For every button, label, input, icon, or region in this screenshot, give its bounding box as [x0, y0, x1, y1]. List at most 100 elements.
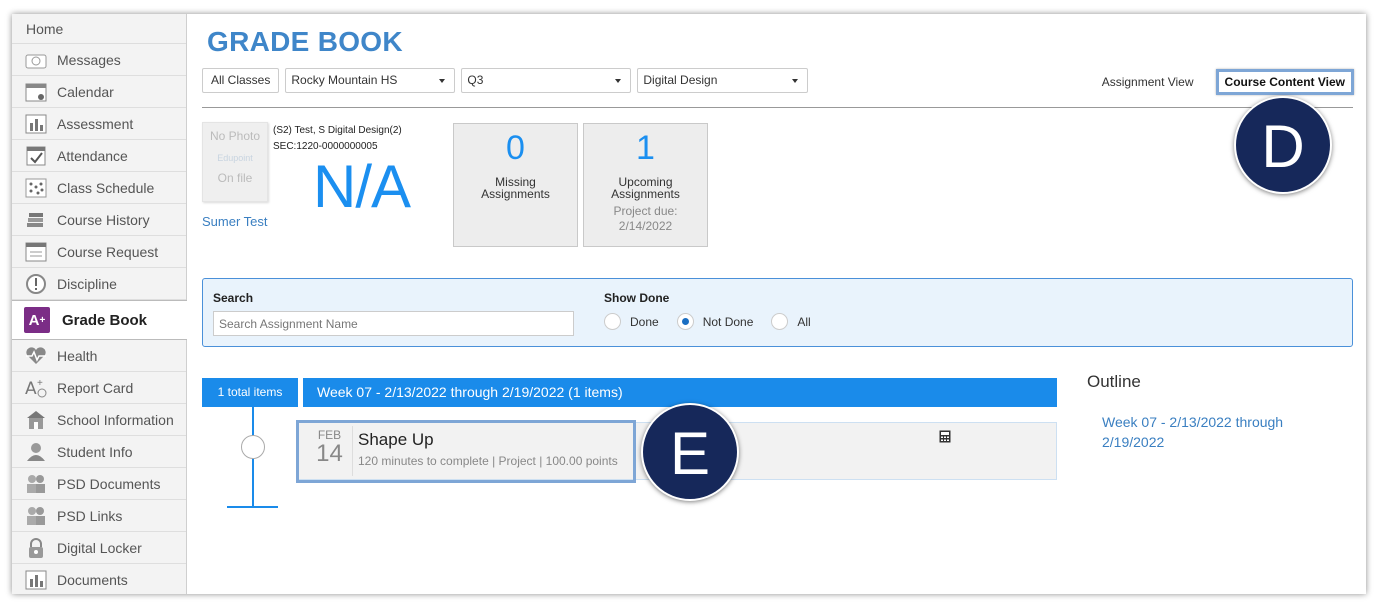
callout-badge-d: D	[1234, 96, 1332, 194]
sidebar-item-label: Student Info	[57, 443, 133, 460]
radio-label: All	[797, 314, 811, 329]
class-select[interactable]: Digital Design	[637, 68, 809, 93]
course-request-icon	[24, 241, 48, 263]
view-switcher: Assignment View Course Content View	[1094, 69, 1354, 95]
upcoming-label: Assignments	[611, 187, 680, 201]
report-card-icon: A +	[24, 377, 48, 399]
sidebar-item-psd-documents[interactable]: PSD Documents	[12, 468, 186, 500]
upcoming-due-date: 2/14/2022	[618, 219, 673, 233]
photo-text: On file	[217, 171, 253, 185]
psd-links-icon	[24, 505, 48, 527]
calculator-icon[interactable]	[939, 430, 951, 443]
section-line: SEC:1220-0000000005	[273, 141, 378, 152]
sidebar-item-label: Calendar	[57, 83, 114, 100]
chevron-down-icon	[615, 79, 622, 83]
photo-text: No Photo	[209, 129, 261, 143]
sidebar-item-label: Discipline	[57, 275, 117, 292]
sidebar-item-calendar[interactable]: Calendar	[12, 76, 186, 108]
sidebar-item-label: Grade Book	[62, 311, 148, 329]
sidebar-item-label: Documents	[57, 571, 128, 588]
health-icon	[24, 345, 48, 367]
radio-done[interactable]	[604, 313, 621, 330]
search-input[interactable]	[213, 311, 574, 336]
class-grade: N/A	[313, 153, 411, 220]
callout-badge-e: E	[641, 403, 739, 501]
show-done-options: Done Not Done All	[604, 313, 829, 330]
total-items-badge: 1 total items	[202, 378, 298, 407]
term-select-value: Q3	[467, 73, 484, 87]
assessment-icon	[24, 113, 48, 135]
sidebar: Home Messages Calendar Assessment Attend…	[12, 14, 187, 594]
sidebar-item-label: Course History	[57, 211, 150, 228]
week-header[interactable]: Week 07 - 2/13/2022 through 2/19/2022 (1…	[303, 378, 1057, 407]
student-photo: No Photo Edupoint On file	[202, 122, 268, 202]
filter-bar: All Classes Rocky Mountain HS Q3 Digital…	[202, 68, 809, 93]
sidebar-item-label: Class Schedule	[57, 179, 155, 196]
school-select[interactable]: Rocky Mountain HS	[285, 68, 456, 93]
sidebar-home-link[interactable]: Home	[12, 14, 186, 44]
sidebar-item-label: Health	[57, 347, 98, 364]
outline-heading: Outline	[1087, 372, 1141, 391]
missing-assignments-tile[interactable]: 0 Missing Assignments	[453, 123, 578, 247]
chevron-down-icon	[439, 79, 446, 83]
sidebar-item-class-schedule[interactable]: Class Schedule	[12, 172, 186, 204]
sidebar-item-messages[interactable]: Messages	[12, 44, 186, 76]
psd-documents-icon	[24, 473, 48, 495]
assignment-view-link[interactable]: Assignment View	[1094, 69, 1202, 95]
school-select-value: Rocky Mountain HS	[291, 73, 398, 87]
sidebar-item-course-history[interactable]: Course History	[12, 204, 186, 236]
sidebar-item-digital-locker[interactable]: Digital Locker	[12, 532, 186, 564]
upcoming-due: Project due:	[613, 204, 678, 218]
sidebar-item-label: Attendance	[57, 147, 128, 164]
upcoming-count: 1	[636, 129, 655, 167]
student-info-icon	[24, 441, 48, 463]
documents-icon	[24, 569, 48, 591]
sidebar-item-health[interactable]: Health	[12, 340, 186, 372]
sidebar-item-label: PSD Documents	[57, 475, 161, 492]
school-icon	[24, 409, 48, 431]
sidebar-item-grade-book[interactable]: A + Grade Book	[12, 300, 187, 340]
sidebar-item-course-request[interactable]: Course Request	[12, 236, 186, 268]
course-content-view-link[interactable]: Course Content View	[1215, 69, 1354, 95]
sidebar-item-label: Course Request	[57, 243, 159, 260]
all-classes-button[interactable]: All Classes	[202, 68, 280, 93]
search-label: Search	[213, 291, 254, 305]
sidebar-item-school-information[interactable]: School Information	[12, 404, 186, 436]
timeline-dot	[241, 435, 265, 459]
outline-week-link[interactable]: Week 07 - 2/13/2022 through 2/19/2022	[1102, 412, 1322, 452]
sidebar-item-documents[interactable]: Documents	[12, 564, 186, 594]
sidebar-item-label: School Information	[57, 411, 174, 428]
main-content: GRADE BOOK All Classes Rocky Mountain HS…	[188, 14, 1366, 594]
class-select-value: Digital Design	[643, 73, 718, 87]
sidebar-item-assessment[interactable]: Assessment	[12, 108, 186, 140]
radio-all[interactable]	[771, 313, 789, 330]
app-window: Home Messages Calendar Assessment Attend…	[12, 14, 1366, 594]
sidebar-item-attendance[interactable]: Attendance	[12, 140, 186, 172]
sidebar-item-label: Digital Locker	[57, 539, 142, 556]
chevron-down-icon	[792, 79, 799, 83]
divider	[202, 107, 1353, 108]
show-done-label: Show Done	[604, 291, 670, 305]
svg-text:+: +	[37, 378, 43, 389]
assignment-highlight	[296, 420, 636, 483]
upcoming-assignments-tile[interactable]: 1 Upcoming Assignments Project due: 2/14…	[583, 123, 708, 247]
edupoint-logo: Edupoint	[217, 153, 253, 163]
sidebar-item-report-card[interactable]: A + Report Card	[12, 372, 186, 404]
page-title: GRADE BOOK	[207, 26, 403, 57]
sidebar-item-student-info[interactable]: Student Info	[12, 436, 186, 468]
search-panel: Search Show Done Done Not Done All	[202, 278, 1353, 347]
grade-book-icon: A +	[24, 307, 50, 333]
radio-label: Done	[630, 314, 659, 329]
sidebar-item-label: Messages	[57, 51, 121, 68]
lock-icon	[24, 537, 48, 559]
missing-count: 0	[506, 129, 525, 167]
attendance-icon	[24, 145, 48, 167]
sidebar-item-psd-links[interactable]: PSD Links	[12, 500, 186, 532]
radio-label: Not Done	[702, 314, 754, 329]
sidebar-item-discipline[interactable]: Discipline	[12, 268, 186, 300]
term-select[interactable]: Q3	[461, 68, 632, 93]
student-name-link[interactable]: Sumer Test	[202, 214, 268, 229]
course-history-icon	[24, 209, 48, 231]
sidebar-item-label: PSD Links	[57, 507, 123, 524]
radio-not-done[interactable]	[676, 313, 694, 330]
